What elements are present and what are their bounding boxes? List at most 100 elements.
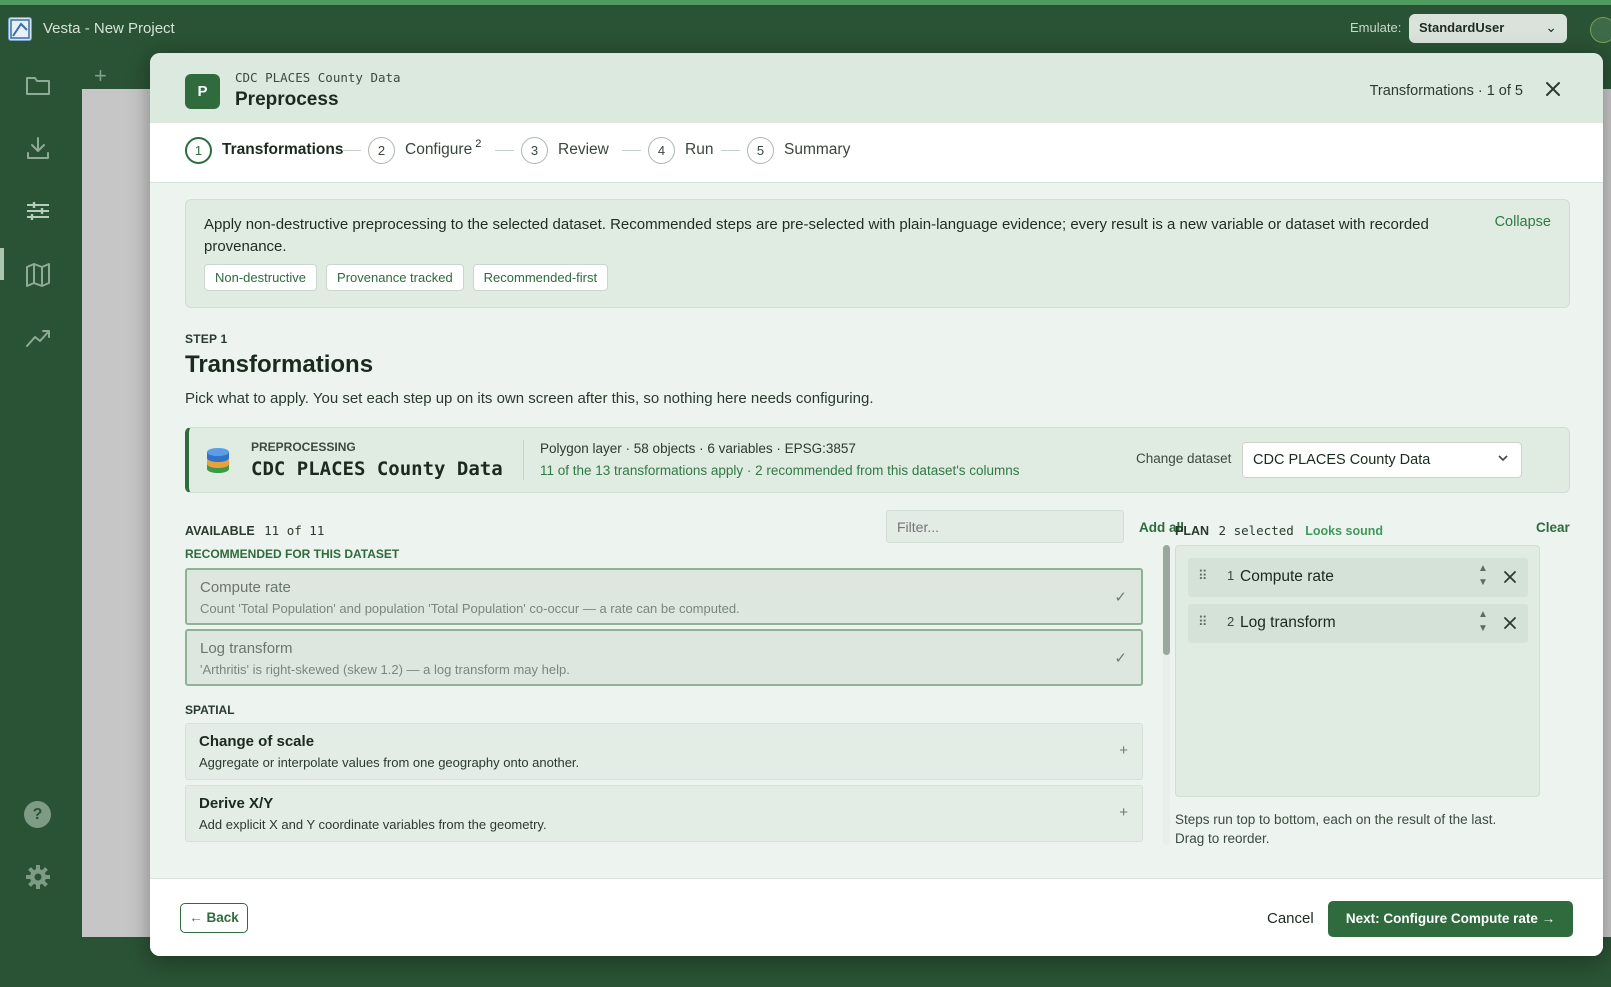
intro-panel: Apply non-destructive preprocessing to t… bbox=[185, 199, 1570, 308]
collapse-link[interactable]: Collapse bbox=[1495, 214, 1551, 230]
clear-plan-button[interactable]: Clear bbox=[1536, 520, 1570, 535]
app-title: Vesta - New Project bbox=[43, 20, 175, 37]
map-icon[interactable] bbox=[24, 261, 52, 289]
item-title: Compute rate bbox=[200, 579, 291, 596]
divider bbox=[523, 440, 524, 480]
settings-icon[interactable] bbox=[24, 863, 52, 891]
emulate-label: Emulate: bbox=[1350, 20, 1402, 35]
close-icon[interactable] bbox=[1543, 79, 1563, 99]
dataset-name: CDC PLACES County Data bbox=[251, 458, 503, 480]
cancel-button[interactable]: Cancel bbox=[1267, 910, 1314, 927]
step-connector bbox=[495, 150, 514, 151]
remove-icon[interactable] bbox=[1503, 566, 1518, 588]
step-transformations[interactable]: 1 Transformations bbox=[185, 136, 343, 164]
step-label: Configure bbox=[405, 141, 473, 158]
dataset-select[interactable]: CDC PLACES County Data bbox=[1242, 442, 1522, 478]
sliders-icon[interactable] bbox=[24, 197, 52, 225]
plus-icon: + bbox=[1119, 742, 1128, 759]
plan-item-number: 2 bbox=[1227, 614, 1235, 629]
step-connector bbox=[721, 150, 740, 151]
back-button[interactable]: ← Back bbox=[180, 903, 248, 933]
step-description: Pick what to apply. You set each step up… bbox=[185, 390, 874, 407]
chip-non-destructive: Non-destructive bbox=[204, 264, 318, 291]
change-dataset-label: Change dataset bbox=[1136, 451, 1232, 466]
plan-item[interactable]: ⠿ 2 Log transform ▲ ▼ bbox=[1188, 604, 1528, 643]
chevron-down-icon: ⌄ bbox=[1545, 19, 1557, 35]
trend-icon[interactable] bbox=[24, 324, 52, 352]
dialog-footer: ← Back Cancel Next: Configure Compute ra… bbox=[150, 878, 1603, 956]
next-button[interactable]: Next: Configure Compute rate → bbox=[1328, 901, 1573, 937]
app-logo-icon bbox=[8, 17, 32, 41]
intro-text: Apply non-destructive preprocessing to t… bbox=[204, 216, 1429, 255]
plan-item-label: Compute rate bbox=[1240, 568, 1334, 585]
plan-item[interactable]: ⠿ 1 Compute rate ▲ ▼ bbox=[1188, 558, 1528, 597]
step-review[interactable]: 3 Review bbox=[521, 136, 609, 164]
chevron-down-icon bbox=[1497, 452, 1509, 464]
dataset-select-value: CDC PLACES County Data bbox=[1253, 452, 1431, 468]
intro-chips: Non-destructive Provenance tracked Recom… bbox=[204, 264, 609, 291]
scrollbar-thumb[interactable] bbox=[1163, 545, 1170, 655]
reorder-arrows-icon[interactable]: ▲ ▼ bbox=[1478, 608, 1488, 636]
list-item-compute-rate[interactable]: Compute rate Count 'Total Population' an… bbox=[185, 568, 1143, 625]
list-item-log-transform[interactable]: Log transform 'Arthritis' is right-skewe… bbox=[185, 629, 1143, 686]
dialog-header: P CDC PLACES County Data Preprocess Tran… bbox=[150, 53, 1603, 123]
list-item-change-of-scale[interactable]: Change of scale Aggregate or interpolate… bbox=[185, 723, 1143, 780]
background-panel-edge bbox=[1603, 140, 1611, 280]
step-label: Review bbox=[558, 141, 609, 158]
dialog-badge: P bbox=[185, 74, 220, 109]
dialog-subtitle: CDC PLACES County Data bbox=[235, 70, 401, 85]
remove-icon[interactable] bbox=[1503, 612, 1518, 634]
drag-handle-icon[interactable]: ⠿ bbox=[1198, 614, 1207, 630]
plan-label: PLAN bbox=[1175, 524, 1210, 538]
item-title: Log transform bbox=[200, 640, 293, 657]
filter-input[interactable] bbox=[886, 510, 1124, 543]
avatar[interactable] bbox=[1590, 17, 1611, 43]
plan-item-label: Log transform bbox=[1240, 614, 1336, 631]
item-description: Add explicit X and Y coordinate variable… bbox=[199, 817, 547, 832]
step-number: 2 bbox=[368, 136, 395, 164]
download-icon[interactable] bbox=[24, 134, 52, 162]
dataset-applicability: 11 of the 13 transformations apply · 2 r… bbox=[540, 463, 1020, 478]
wizard-stepper: 1 Transformations 2 Configure 2 3 Review… bbox=[150, 123, 1603, 183]
list-item-derive-xy[interactable]: Derive X/Y Add explicit X and Y coordina… bbox=[185, 785, 1143, 842]
item-description: Aggregate or interpolate values from one… bbox=[199, 755, 580, 770]
dialog-title: Preprocess bbox=[235, 89, 339, 110]
chip-provenance: Provenance tracked bbox=[326, 264, 464, 291]
step-heading: Transformations bbox=[185, 351, 374, 378]
dialog-body: Apply non-destructive preprocessing to t… bbox=[150, 183, 1603, 878]
emulate-value: StandardUser bbox=[1419, 20, 1505, 35]
step-number: 1 bbox=[185, 136, 212, 164]
step-label: Transformations bbox=[222, 141, 344, 158]
reorder-arrows-icon[interactable]: ▲ ▼ bbox=[1478, 562, 1488, 590]
check-icon: ✓ bbox=[1114, 589, 1127, 606]
dataset-meta: Polygon layer · 58 objects · 6 variables… bbox=[540, 441, 856, 456]
step-connector bbox=[342, 150, 361, 151]
step-number: 3 bbox=[521, 136, 548, 164]
preprocess-dialog: P CDC PLACES County Data Preprocess Tran… bbox=[150, 53, 1603, 956]
available-count: 11 of 11 bbox=[264, 523, 325, 538]
step-count-badge: 2 bbox=[475, 138, 482, 150]
list-scrollbar[interactable] bbox=[1163, 545, 1170, 845]
emulate-select[interactable]: StandardUser ⌄ bbox=[1409, 14, 1567, 43]
dataset-card: PREPROCESSING CDC PLACES County Data Pol… bbox=[185, 427, 1570, 493]
available-label: AVAILABLE bbox=[185, 524, 255, 538]
rail-active-indicator bbox=[0, 248, 4, 280]
add-tab-icon[interactable]: + bbox=[94, 63, 107, 89]
dataset-kicker: PREPROCESSING bbox=[251, 440, 356, 454]
check-icon: ✓ bbox=[1114, 650, 1127, 667]
step-configure[interactable]: 2 Configure 2 bbox=[368, 136, 481, 164]
item-title: Change of scale bbox=[199, 733, 315, 750]
available-header: AVAILABLE 11 of 11 bbox=[185, 523, 324, 538]
step-number: 4 bbox=[648, 136, 675, 164]
help-icon[interactable]: ? bbox=[24, 801, 51, 828]
plan-header: PLAN 2 selected Looks sound bbox=[1175, 523, 1383, 538]
transformations-list: RECOMMENDED FOR THIS DATASET Compute rat… bbox=[185, 543, 1160, 843]
group-heading-recommended: RECOMMENDED FOR THIS DATASET bbox=[185, 547, 400, 561]
step-run[interactable]: 4 Run bbox=[648, 136, 713, 164]
item-description: Count 'Total Population' and population … bbox=[200, 601, 740, 616]
folder-icon[interactable] bbox=[24, 71, 52, 99]
drag-handle-icon[interactable]: ⠿ bbox=[1198, 568, 1207, 584]
step-summary[interactable]: 5 Summary bbox=[747, 136, 850, 164]
left-rail: ? bbox=[0, 51, 78, 937]
plan-status: Looks sound bbox=[1305, 524, 1384, 538]
